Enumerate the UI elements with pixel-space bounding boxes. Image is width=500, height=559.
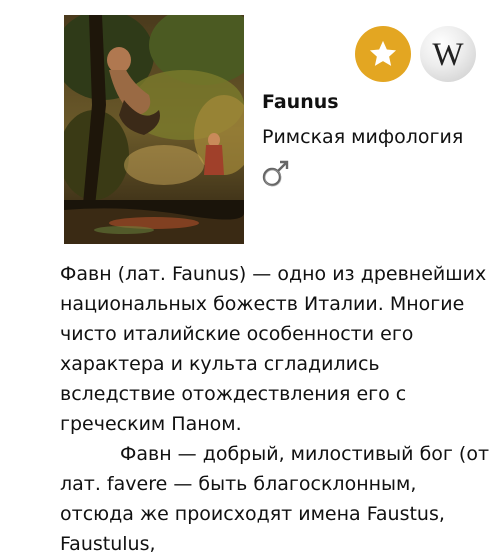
wikipedia-icon: W [432,36,464,73]
description-paragraph-1: Фавн (лат. Faunus) — одно из древнейших … [60,263,487,435]
favorite-button[interactable] [355,26,411,82]
article-image [64,15,244,244]
description-paragraph-2: Фавн — добрый, милостивый бог (от лат. f… [60,443,490,555]
article-description: Фавн (лат. Faunus) — одно из древнейших … [60,259,490,559]
article-title: Faunus [262,91,339,113]
wikipedia-button[interactable]: W [420,26,476,82]
male-symbol-icon [262,160,289,187]
article-subtitle: Римская мифология [262,126,464,148]
star-icon [369,40,397,66]
